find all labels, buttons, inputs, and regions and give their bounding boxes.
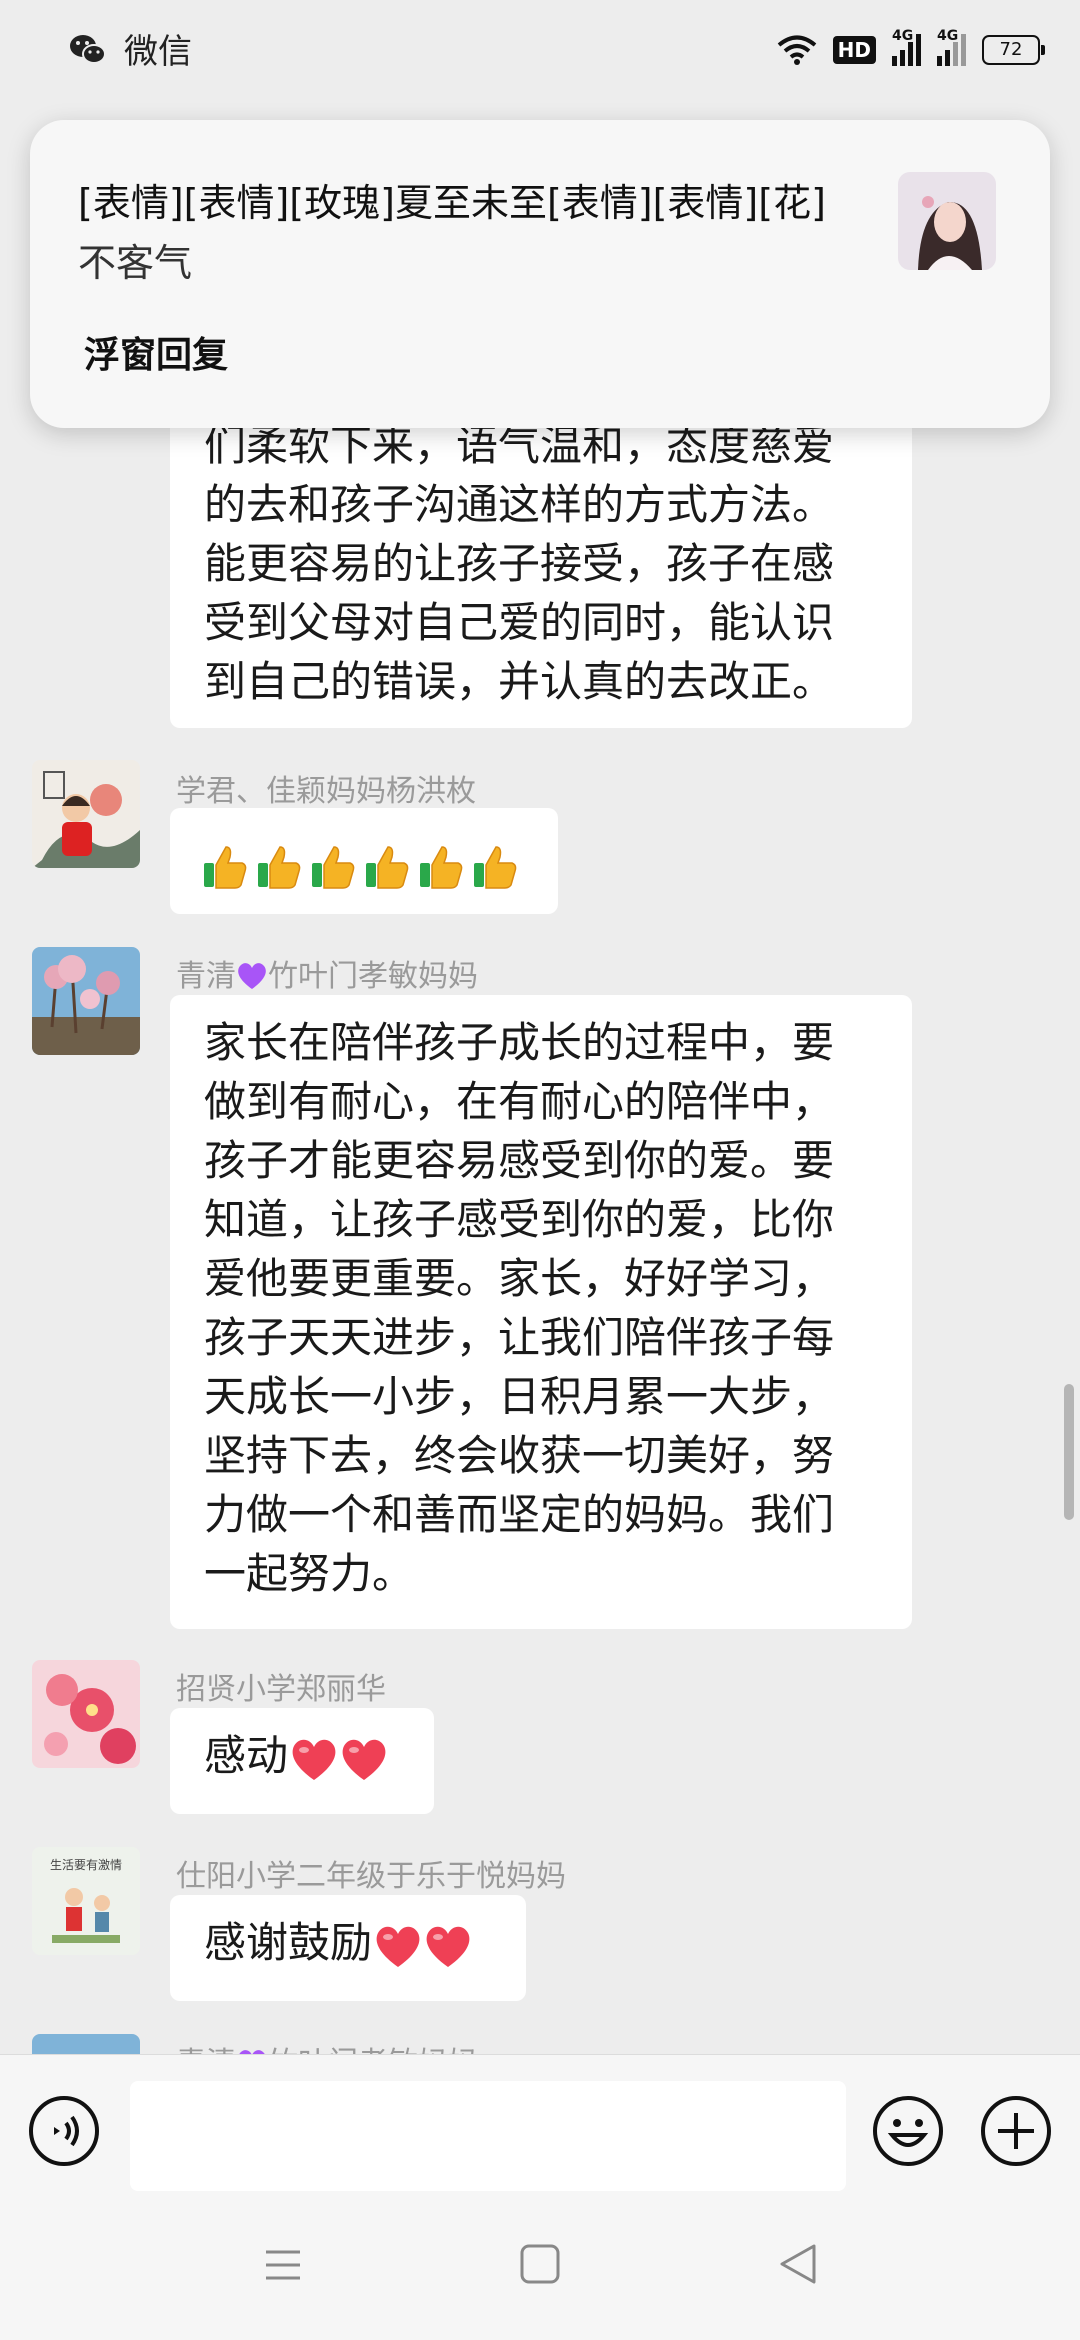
message-input[interactable] <box>130 2081 846 2191</box>
message-line: 的去和孩子沟通这样的方式方法。 <box>204 480 835 529</box>
sender-name: 青清竹叶门孝敏妈妈 <box>176 959 478 994</box>
avatar[interactable] <box>32 1660 140 1768</box>
message-bubble[interactable]: 们柔软下来，语气温和，态度慈爱 的去和孩子沟通这样的方式方法。 能更容易的让孩子… <box>170 398 912 728</box>
input-bar <box>0 2054 1080 2195</box>
message-bubble[interactable]: 感谢鼓励 <box>170 1895 526 2001</box>
avatar-caption: 生活要有激情 <box>50 1858 122 1872</box>
message-bubble[interactable]: 感动 <box>170 1708 434 1814</box>
message-line: 能更容易的让孩子接受，孩子在感 <box>204 539 835 588</box>
thumbs-up-icon <box>258 845 301 889</box>
message-bubble[interactable]: 家长在陪伴孩子成长的过程中，要 做到有耐心，在有耐心的陪伴中， 孩子才能更容易感… <box>170 995 912 1629</box>
back-icon[interactable] <box>776 2242 820 2286</box>
hd-badge: HD <box>832 36 876 64</box>
message-line: 一起努力。 <box>204 1549 415 1598</box>
heart-group <box>288 1731 388 1780</box>
red-heart-icon <box>342 1739 386 1780</box>
emoji-icon[interactable] <box>872 2095 944 2167</box>
thumbs-up-icon <box>204 845 247 889</box>
message-text: 感动 <box>204 1731 289 1780</box>
scrollbar[interactable] <box>1064 1384 1074 1520</box>
status-bar: 微信 HD 4G 4G 72 <box>0 0 1080 100</box>
message-text: 感谢鼓励 <box>204 1918 373 1967</box>
wifi-icon <box>777 35 816 65</box>
notification-title: [表情][表情][玫瑰]夏至未至[表情][表情][花] <box>78 181 826 225</box>
message-line: 爱他要更重要。家长，好好学习， <box>204 1254 835 1303</box>
purple-heart-icon <box>238 963 266 989</box>
avatar[interactable] <box>32 947 140 1055</box>
sender-name: 招贤小学郑丽华 <box>176 1672 386 1707</box>
notification-body: 不客气 <box>78 241 193 285</box>
red-heart-icon <box>292 1739 336 1780</box>
heart-group <box>372 1918 472 1967</box>
message-bubble[interactable] <box>170 808 558 914</box>
message-line: 坚持下去，终会收获一切美好，努 <box>204 1431 835 1480</box>
signal-icon-2: 4G <box>937 28 966 66</box>
floating-reply-button[interactable]: 浮窗回复 <box>84 326 228 378</box>
home-icon[interactable] <box>518 2242 562 2286</box>
system-nav-bar <box>0 2194 1080 2340</box>
thumbs-up-group <box>200 839 524 889</box>
voice-input-icon[interactable] <box>28 2095 100 2167</box>
add-more-icon[interactable] <box>980 2095 1052 2167</box>
message-line: 家长在陪伴孩子成长的过程中，要 <box>204 1018 835 1067</box>
message-line: 受到父母对自己爱的同时，能认识 <box>204 598 835 647</box>
red-heart-icon <box>426 1926 470 1967</box>
sender-name: 仕阳小学二年级于乐于悦妈妈 <box>176 1859 566 1894</box>
app-name: 微信 <box>124 32 192 72</box>
message-line: 孩子才能更容易感受到你的爱。要 <box>204 1136 835 1185</box>
notification-avatar[interactable] <box>898 172 996 270</box>
wechat-icon <box>70 35 106 64</box>
message-line: 力做一个和善而坚定的妈妈。我们 <box>204 1490 835 1539</box>
message-line: 孩子天天进步，让我们陪伴孩子每 <box>204 1313 835 1362</box>
message-line: 天成长一小步，日积月累一大步， <box>204 1372 835 1421</box>
message-line: 到自己的错误，并认真的去改正。 <box>204 657 835 706</box>
thumbs-up-icon <box>366 845 409 889</box>
sender-name: 学君、佳颖妈妈杨洪枚 <box>176 774 476 809</box>
thumbs-up-icon <box>474 845 517 889</box>
signal-icon: 4G <box>892 28 921 66</box>
battery-indicator: 72 <box>982 35 1045 65</box>
thumbs-up-icon <box>420 845 463 889</box>
red-heart-icon <box>376 1926 420 1967</box>
floating-notification[interactable]: [表情][表情][玫瑰]夏至未至[表情][表情][花] 不客气 浮窗回复 <box>30 120 1050 428</box>
thumbs-up-icon <box>312 845 355 889</box>
message-line: 知道，让孩子感受到你的爱，比你 <box>204 1195 835 1244</box>
message-line: 做到有耐心，在有耐心的陪伴中， <box>204 1077 835 1126</box>
avatar[interactable] <box>32 760 140 868</box>
recent-apps-icon[interactable] <box>262 2244 304 2286</box>
avatar[interactable]: 生活要有激情 <box>32 1847 140 1955</box>
